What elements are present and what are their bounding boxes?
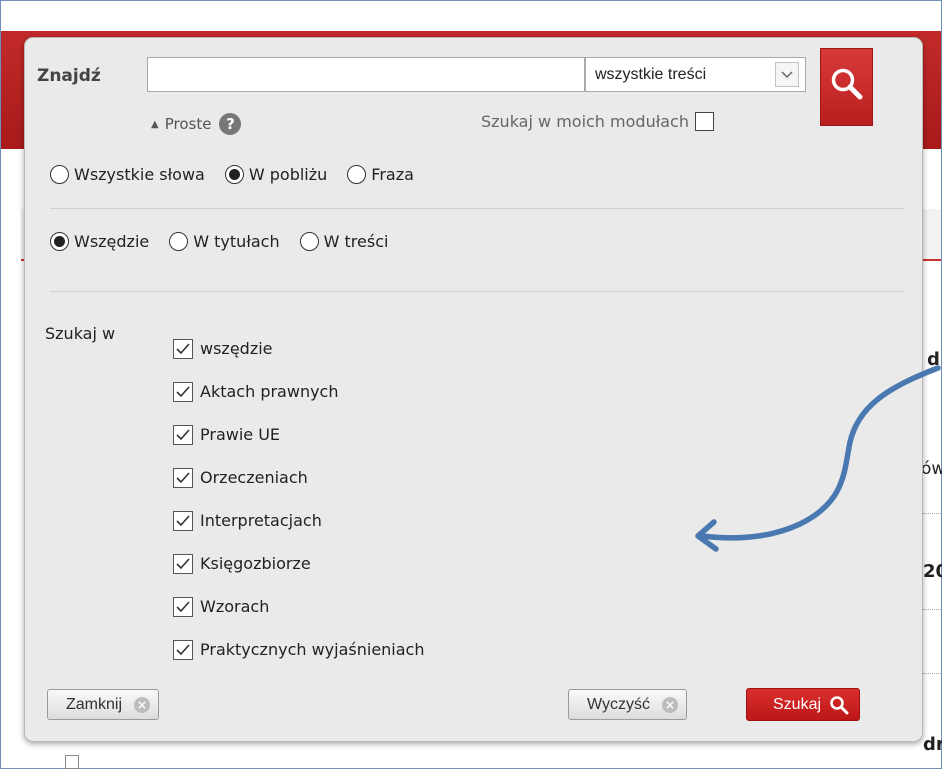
- checkbox[interactable]: [173, 381, 193, 402]
- checkbox-label: Praktycznych wyjaśnieniach: [200, 640, 425, 659]
- simple-mode-toggle[interactable]: ▲ Proste ?: [151, 113, 242, 135]
- radio-label: Wszystkie słowa: [74, 165, 205, 184]
- checkbox[interactable]: [173, 338, 193, 359]
- source-templates[interactable]: Wzorach: [173, 585, 424, 628]
- checkbox-label: wszędzie: [200, 339, 273, 358]
- radio-label: W treści: [323, 232, 389, 251]
- checkbox-label: Orzeczeniach: [200, 468, 308, 487]
- clear-button-label: Wyczyść: [587, 695, 650, 713]
- checkbox-label: Księgozbiorze: [200, 554, 311, 573]
- radio-label: W tytułach: [193, 232, 280, 251]
- checkbox-label: Prawie UE: [200, 425, 281, 444]
- radio-button[interactable]: [50, 165, 69, 184]
- source-everywhere[interactable]: wszędzie: [173, 327, 424, 370]
- scope-select-value: wszystkie treści: [595, 65, 707, 83]
- checkbox[interactable]: [173, 553, 193, 574]
- check-icon: [176, 600, 190, 612]
- check-icon: [176, 385, 190, 397]
- divider: [50, 291, 904, 292]
- search-input[interactable]: [147, 57, 585, 92]
- bg-checkbox: [65, 755, 79, 769]
- match-option-all-words[interactable]: Wszystkie słowa: [50, 165, 205, 184]
- close-button-label: Zamknij: [66, 695, 123, 713]
- my-modules-checkbox[interactable]: [695, 112, 714, 131]
- radio-label: Wszędzie: [74, 232, 150, 251]
- source-interpretations[interactable]: Interpretacjach: [173, 499, 424, 542]
- bg-divider: [923, 673, 942, 674]
- match-option-nearby[interactable]: W pobliżu: [224, 165, 328, 184]
- radio-button[interactable]: [50, 232, 69, 251]
- radio-button[interactable]: [299, 232, 319, 251]
- checkbox-label: Interpretacjach: [200, 511, 322, 530]
- source-checklist: wszędzie Aktach prawnych Prawie UE Orzec…: [173, 327, 424, 671]
- my-modules-label: Szukaj w moich modułach: [481, 112, 689, 131]
- radio-button[interactable]: [169, 232, 189, 251]
- location-group: Wszędzie W tytułach W treści: [50, 232, 408, 251]
- checkbox-label: Wzorach: [200, 597, 270, 616]
- match-mode-group: Wszystkie słowa W pobliżu Fraza: [50, 165, 434, 184]
- check-icon: [176, 428, 190, 440]
- checkbox[interactable]: [173, 424, 193, 445]
- search-button[interactable]: Szukaj: [746, 688, 861, 721]
- checkbox[interactable]: [173, 467, 193, 488]
- my-modules-option[interactable]: Szukaj w moich modułach: [481, 112, 714, 131]
- location-option-everywhere[interactable]: Wszędzie: [50, 232, 149, 251]
- close-icon: ×: [661, 696, 678, 713]
- radio-button[interactable]: [224, 165, 244, 184]
- checkbox[interactable]: [173, 596, 193, 617]
- close-icon: ×: [134, 696, 151, 713]
- simple-mode-label: Proste: [164, 115, 212, 133]
- divider: [50, 208, 904, 209]
- check-icon: [176, 342, 190, 354]
- search-submit-button[interactable]: [820, 48, 873, 126]
- checkbox[interactable]: [173, 639, 193, 660]
- check-icon: [176, 471, 190, 483]
- radio-button[interactable]: [347, 165, 367, 184]
- bg-text-fragment: dr: [923, 734, 942, 755]
- check-icon: [176, 514, 190, 526]
- checkbox[interactable]: [173, 510, 193, 531]
- close-button[interactable]: Zamknij ×: [47, 689, 160, 720]
- magnifier-icon: [831, 68, 862, 100]
- chevron-down-icon[interactable]: [775, 62, 799, 87]
- location-option-content[interactable]: W treści: [299, 232, 389, 251]
- source-eu-law[interactable]: Prawie UE: [173, 413, 424, 456]
- caret-up-icon: ▲: [151, 118, 159, 130]
- source-practical-explanations[interactable]: Praktycznych wyjaśnieniach: [173, 628, 424, 671]
- bg-text-fragment: 20: [923, 561, 942, 582]
- source-library[interactable]: Księgozbiorze: [173, 542, 424, 585]
- search-button-label: Szukaj: [773, 695, 822, 713]
- source-judgments[interactable]: Orzeczeniach: [173, 456, 424, 499]
- match-option-phrase[interactable]: Fraza: [347, 165, 414, 184]
- help-icon[interactable]: ?: [219, 113, 242, 135]
- check-icon: [176, 557, 190, 569]
- clear-button[interactable]: Wyczyść ×: [568, 689, 687, 720]
- radio-label: W pobliżu: [248, 165, 328, 184]
- source-legal-acts[interactable]: Aktach prawnych: [173, 370, 424, 413]
- annotation-arrow: [695, 365, 941, 552]
- find-label: Znajdź: [37, 66, 101, 86]
- radio-label: Fraza: [371, 165, 414, 184]
- search-in-label: Szukaj w: [45, 324, 116, 343]
- location-option-titles[interactable]: W tytułach: [169, 232, 280, 251]
- scope-select[interactable]: wszystkie treści: [585, 57, 806, 92]
- check-icon: [176, 643, 190, 655]
- magnifier-icon: [830, 695, 849, 714]
- bg-divider: [923, 609, 942, 610]
- checkbox-label: Aktach prawnych: [200, 382, 339, 401]
